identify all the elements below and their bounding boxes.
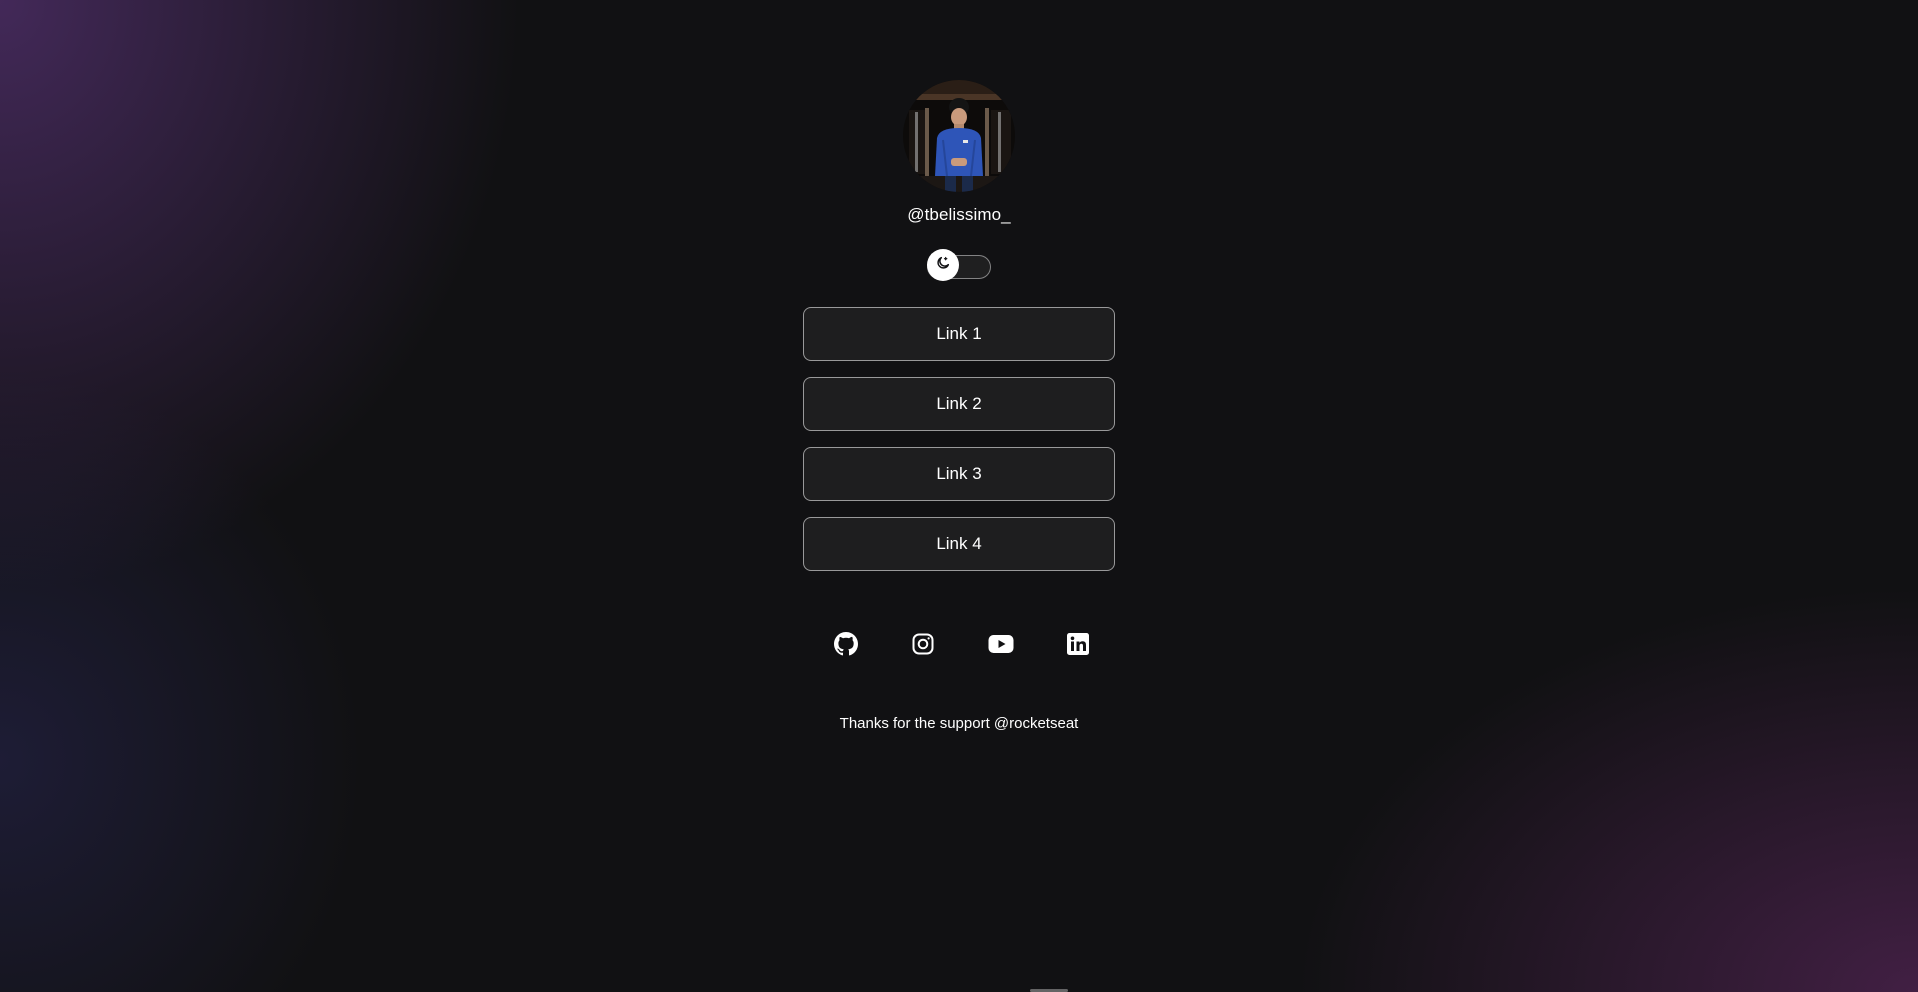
link-button-3[interactable]: Link 3 [803, 447, 1115, 501]
instagram-icon [911, 632, 935, 661]
linkedin-icon [1066, 632, 1090, 661]
avatar [903, 80, 1015, 192]
linkedin-link[interactable] [1062, 630, 1094, 662]
link-button-1[interactable]: Link 1 [803, 307, 1115, 361]
profile-handle: @tbelissimo_ [907, 205, 1011, 224]
moon-icon [935, 255, 951, 276]
social-links [830, 630, 1094, 662]
page: @tbelissimo_ Link 1 Link 2 Link 3 Link 4 [0, 0, 1918, 992]
theme-toggle[interactable] [927, 249, 991, 281]
github-icon [834, 631, 858, 661]
youtube-icon [988, 634, 1014, 659]
link-list: Link 1 Link 2 Link 3 Link 4 [803, 307, 1115, 587]
link-button-2[interactable]: Link 2 [803, 377, 1115, 431]
link-button-4[interactable]: Link 4 [803, 517, 1115, 571]
instagram-link[interactable] [907, 630, 939, 662]
footer-credit: Thanks for the support @rocketseat [839, 715, 1079, 732]
theme-toggle-knob[interactable] [927, 249, 959, 281]
github-link[interactable] [830, 630, 862, 662]
youtube-link[interactable] [985, 630, 1017, 662]
